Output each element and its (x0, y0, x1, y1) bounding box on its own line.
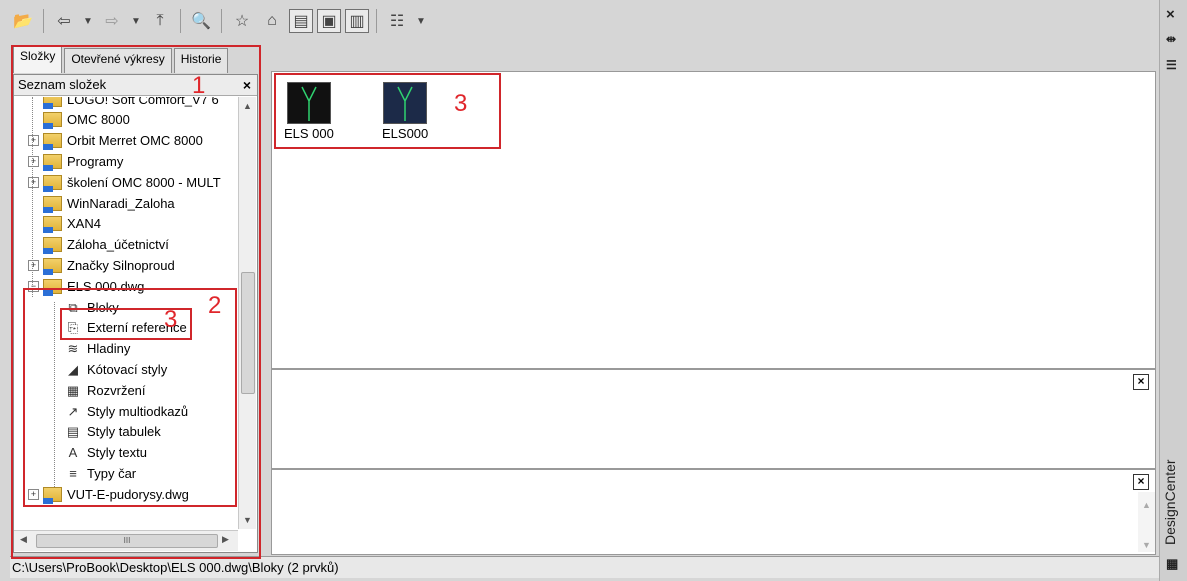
description-icon[interactable]: ▥ (345, 9, 369, 33)
description-pane: × ▲ ▼ (271, 469, 1156, 555)
search-icon[interactable]: 🔍 (188, 8, 214, 34)
toolbar-separator (221, 9, 222, 33)
close-icon[interactable]: × (1133, 474, 1149, 490)
properties-icon[interactable]: ☰ (1166, 58, 1177, 72)
preview-icon[interactable]: ▣ (317, 9, 341, 33)
toolbar: 📂 ⇦ ▼ ⇨ ▼ ⤒ 🔍 ☆ ⌂ ▤ ▣ ▥ ☷ ▼ (10, 4, 1150, 38)
annotation-number-3: 3 (454, 90, 468, 117)
scroll-up-icon[interactable]: ▲ (1142, 500, 1151, 510)
palette-icon[interactable]: ▦ (1166, 556, 1178, 572)
annotation-number-1: 1 (192, 72, 206, 99)
autohide-icon[interactable]: ⇹ (1166, 32, 1176, 46)
forward-dropdown-icon[interactable]: ▼ (129, 8, 143, 34)
load-icon[interactable]: 📂 (10, 8, 36, 34)
toolbar-separator (180, 9, 181, 33)
views-dropdown-icon[interactable]: ▼ (414, 8, 428, 34)
close-icon[interactable]: × (1133, 374, 1149, 390)
toolbar-separator (376, 9, 377, 33)
favorites-icon[interactable]: ☆ (229, 8, 255, 34)
preview-pane: × (271, 369, 1156, 469)
palette-title: DesignCenter (1162, 459, 1178, 545)
home-icon[interactable]: ⌂ (259, 8, 285, 34)
annotation-number-3: 3 (164, 306, 178, 333)
back-dropdown-icon[interactable]: ▼ (81, 8, 95, 34)
tree-toggle-icon[interactable]: ▤ (289, 9, 313, 33)
description-scrollbar[interactable]: ▲ ▼ (1138, 492, 1155, 552)
up-icon[interactable]: ⤒ (147, 8, 173, 34)
annotation-number-2: 2 (208, 292, 222, 319)
toolbar-separator (43, 9, 44, 33)
back-icon[interactable]: ⇦ (51, 8, 77, 34)
scroll-down-icon[interactable]: ▼ (1142, 540, 1151, 550)
views-icon[interactable]: ☷ (384, 8, 410, 34)
close-icon[interactable]: × (1166, 6, 1175, 23)
status-bar: C:\Users\ProBook\Desktop\ELS 000.dwg\Blo… (10, 556, 1159, 578)
designcenter-window: 📂 ⇦ ▼ ⇨ ▼ ⤒ 🔍 ☆ ⌂ ▤ ▣ ▥ ☷ ▼ Složky Otevř… (0, 0, 1187, 581)
forward-icon[interactable]: ⇨ (99, 8, 125, 34)
